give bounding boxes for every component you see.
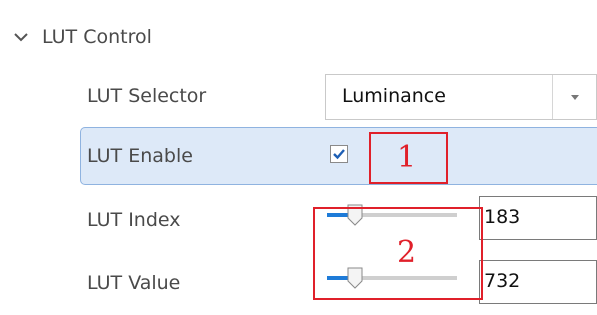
lut-selector-dropdown[interactable]: Luminance (325, 74, 597, 120)
checkmark-icon (333, 149, 345, 160)
dropdown-arrow-icon[interactable] (568, 91, 582, 103)
annotation-number-2: 2 (397, 235, 417, 270)
lut-value-label: LUT Value (87, 272, 181, 294)
dropdown-separator (552, 75, 553, 119)
section-title: LUT Control (42, 26, 152, 48)
lut-index-label: LUT Index (87, 209, 181, 231)
lut-index-value: 183 (484, 206, 521, 228)
lut-enable-label: LUT Enable (87, 145, 193, 167)
chevron-down-icon (14, 33, 28, 42)
lut-selector-value: Luminance (342, 85, 446, 107)
lut-selector-label: LUT Selector (87, 85, 207, 107)
annotation-number-1: 1 (397, 140, 417, 175)
lut-index-input[interactable]: 183 (479, 196, 597, 240)
lut-value-value: 732 (484, 270, 521, 292)
section-header-lut-control[interactable]: LUT Control (10, 20, 152, 54)
lut-value-input[interactable]: 732 (479, 260, 597, 304)
lut-enable-checkbox[interactable] (330, 145, 348, 163)
